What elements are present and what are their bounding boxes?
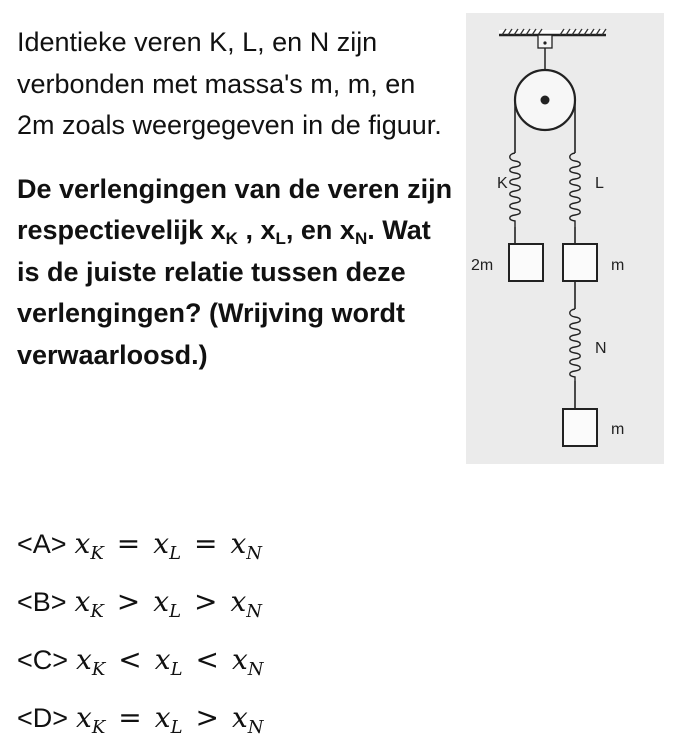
option-equation: xK = xL = xN: [74, 527, 263, 564]
option-equation: xK < xL < xN: [76, 643, 264, 680]
pulley-wheel: [513, 68, 577, 132]
spring-mass-figure: K L N 2m m m: [466, 13, 664, 464]
spring-k: [509, 152, 521, 227]
answer-option-b[interactable]: <B> xK > xL > xN: [17, 573, 264, 631]
answer-options: <A> xK = xL = xN <B> xK > xL > xN <C> xK < xL < xN <…: [17, 515, 264, 747]
mass-m-lower-block: [562, 408, 598, 447]
mass-m-upper-block: [562, 243, 598, 282]
mass-label-2m: 2m: [471, 257, 493, 274]
spring-label-n: N: [595, 340, 607, 357]
var-xk: xK: [210, 215, 238, 248]
answer-option-d[interactable]: <D> xK = xL > xN: [17, 689, 264, 747]
option-label: <C>: [17, 645, 69, 675]
ceiling: [499, 28, 607, 37]
question-text: Identieke veren K, L, en N zijn verbonde…: [17, 22, 457, 376]
spring-label-k: K: [497, 175, 508, 192]
option-label: <A>: [17, 529, 67, 559]
mass-2m-block: [508, 243, 544, 282]
var-xl: xL: [260, 215, 286, 248]
option-label: <D>: [17, 703, 69, 733]
mass-label-m-upper: m: [611, 257, 624, 274]
spring-label-l: L: [595, 175, 604, 192]
option-label: <B>: [17, 587, 67, 617]
mass-label-m-lower: m: [611, 421, 624, 438]
question-task: De verlengingen van de veren zijn respec…: [17, 173, 453, 370]
spring-l: [569, 152, 581, 227]
spring-n: [569, 308, 581, 381]
question-intro: Identieke veren K, L, en N zijn verbonde…: [17, 27, 442, 140]
answer-option-c[interactable]: <C> xK < xL < xN: [17, 631, 264, 689]
spring-mass-diagram: K L N 2m m m: [471, 28, 624, 447]
option-equation: xK > xL > xN: [74, 585, 263, 622]
answer-option-a[interactable]: <A> xK = xL = xN: [17, 515, 264, 573]
var-xn: xN: [339, 215, 368, 248]
option-equation: xK = xL > xN: [76, 701, 264, 738]
